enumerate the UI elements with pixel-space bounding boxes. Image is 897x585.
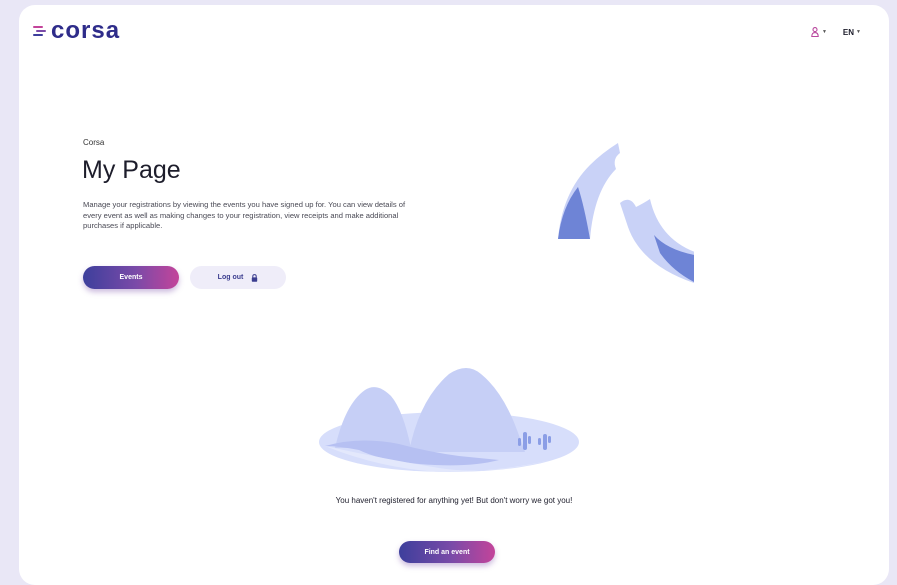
logout-button[interactable]: Log out (190, 266, 286, 289)
page-description: Manage your registrations by viewing the… (83, 200, 406, 231)
breadcrumb: Corsa (83, 138, 105, 147)
page-title: My Page (82, 156, 181, 184)
language-label: EN (842, 27, 855, 37)
events-button[interactable]: Events (83, 266, 179, 289)
logout-label: Log out (217, 274, 244, 281)
language-selector[interactable]: EN ▼ (843, 28, 861, 37)
corsa-logo[interactable]: corsa (33, 19, 120, 43)
user-icon (811, 27, 819, 37)
header-actions: ▼ EN ▼ (811, 27, 861, 37)
user-menu-button[interactable]: ▼ (811, 27, 827, 37)
lock-icon (252, 273, 258, 282)
logo-speed-lines-icon (33, 26, 46, 36)
page-card: corsa ▼ EN ▼ Corsa My Page Manage your r… (19, 5, 889, 585)
chevron-down-icon: ▼ (856, 29, 861, 35)
find-event-button[interactable]: Find an event (399, 541, 495, 563)
tickets-illustration (558, 143, 694, 283)
empty-state-message: You haven't registered for anything yet!… (335, 496, 573, 505)
chevron-down-icon: ▼ (821, 29, 827, 35)
empty-state-illustration (319, 368, 579, 472)
logo-text: corsa (51, 17, 121, 44)
